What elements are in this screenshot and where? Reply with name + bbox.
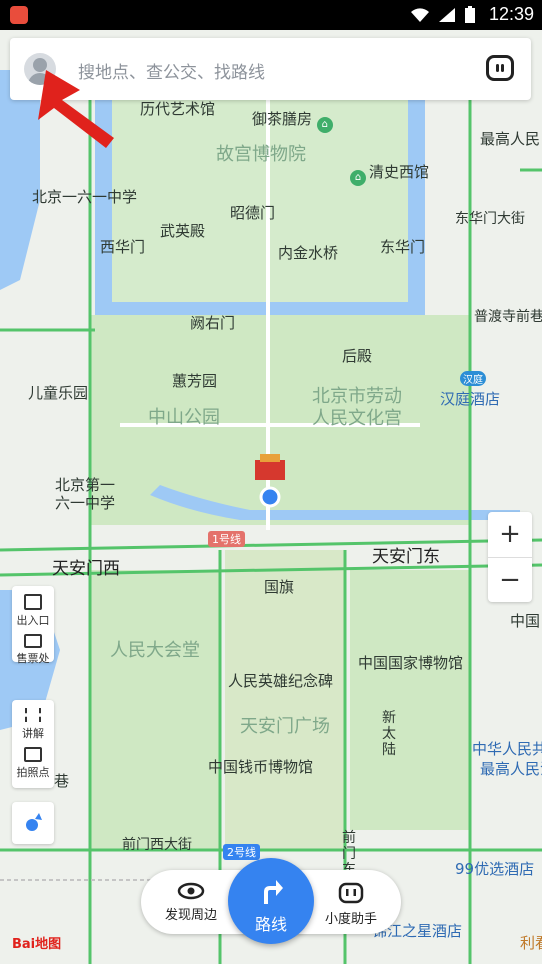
- road-label: 东华门大街: [455, 211, 525, 227]
- discover-label: 发现周边: [165, 908, 218, 923]
- area-label: 北京市劳动 人民文化宫: [312, 386, 402, 429]
- discover-nearby-button[interactable]: 发现周边: [165, 882, 217, 923]
- clock: 12:39: [488, 4, 534, 24]
- poi-label[interactable]: 阙右门: [190, 312, 235, 333]
- poi-label[interactable]: 内金水桥: [278, 242, 338, 263]
- guide-panel: 讲解 拍照点: [12, 700, 54, 788]
- poi-label[interactable]: 利看: [520, 932, 542, 953]
- poi-label[interactable]: 中华人民共: [472, 738, 542, 759]
- map-app-icon: [10, 6, 28, 24]
- status-bar: 12:39: [0, 0, 542, 30]
- route-button[interactable]: 路线: [228, 858, 314, 944]
- entrance-ticket-panel: 出入口 售票处: [12, 586, 54, 665]
- poi-label[interactable]: 北京第一 六一中学: [55, 476, 115, 512]
- photo-spot-label: 拍照点: [16, 766, 50, 779]
- poi-label[interactable]: 蕙芳园: [172, 370, 217, 391]
- road-label: 前门西大街: [122, 837, 192, 853]
- entrance-button[interactable]: 出入口: [12, 586, 54, 628]
- area-label: 中山公园: [148, 407, 220, 428]
- battery-icon: [465, 6, 475, 23]
- poi-label[interactable]: 东华门: [380, 236, 425, 257]
- poi-label[interactable]: 中国钱币博物馆: [208, 756, 313, 777]
- poi-label-text: 清史西馆: [369, 163, 430, 181]
- narration-label: 讲解: [22, 727, 44, 740]
- poi-label[interactable]: 99优选酒店: [455, 858, 534, 879]
- map-canvas[interactable]: 历代艺术馆 御茶膳房 ⌂ 故宫博物院 ⌂ 清史西馆 最高人民 北京一六一中学 武英…: [0, 30, 542, 964]
- poi-label[interactable]: 国旗: [264, 576, 294, 597]
- poi-label[interactable]: 汉庭酒店: [440, 388, 500, 409]
- assistant-label: 小度助手: [325, 912, 378, 927]
- camera-icon: [24, 747, 42, 762]
- status-icons: [410, 6, 476, 24]
- zoom-control: + −: [488, 512, 532, 602]
- poi-label[interactable]: 中国国家博物馆: [358, 652, 463, 673]
- station-label[interactable]: 天安门东: [372, 542, 440, 567]
- area-label: 天安门广场: [240, 716, 330, 737]
- poi-label[interactable]: 历代艺术馆: [140, 98, 215, 119]
- poi-label-text: 御茶膳房: [252, 110, 313, 128]
- road-label: 普渡寺前巷: [474, 309, 542, 325]
- zoom-out-button[interactable]: −: [488, 558, 532, 603]
- signal-icon: [439, 8, 455, 22]
- ticket-button[interactable]: 售票处: [12, 628, 54, 666]
- poi-label[interactable]: 人民英雄纪念碑: [228, 670, 333, 691]
- compass-icon: [26, 813, 42, 831]
- ticket-icon: [24, 634, 42, 648]
- assistant-button[interactable]: 小度助手: [325, 882, 377, 927]
- subway-line-badge: 1号线: [208, 531, 245, 547]
- eye-icon: [177, 882, 205, 900]
- baidu-map-logo: Bai地图: [12, 933, 61, 952]
- poi-label[interactable]: 儿童乐园: [28, 382, 88, 403]
- ticket-label: 售票处: [16, 652, 50, 665]
- poi-label[interactable]: ⌂ 清史西馆: [350, 161, 429, 186]
- poi-label[interactable]: 后殿: [342, 345, 372, 366]
- zoom-in-button[interactable]: +: [488, 512, 532, 558]
- poi-label[interactable]: 北京一六一中学: [32, 186, 137, 207]
- red-arrow-annotation: [38, 70, 114, 148]
- hotel-badge: 汉庭: [460, 371, 486, 386]
- wifi-icon: [411, 8, 429, 22]
- poi-label[interactable]: 御茶膳房 ⌂: [252, 108, 336, 133]
- route-label: 路线: [254, 915, 287, 934]
- poi-label[interactable]: 昭德门: [230, 202, 275, 223]
- turn-arrow-icon: [264, 880, 283, 904]
- photo-spot-button[interactable]: 拍照点: [12, 741, 54, 780]
- audio-icon: [25, 708, 41, 722]
- narration-button[interactable]: 讲解: [12, 700, 54, 741]
- locate-button[interactable]: [12, 802, 54, 844]
- area-label: 人民大会堂: [110, 640, 200, 661]
- road-label: 新 太 陆: [382, 710, 396, 758]
- door-icon: [24, 594, 42, 610]
- road-label: 巷: [54, 772, 70, 790]
- subway-line-badge: 2号线: [223, 844, 260, 860]
- poi-label[interactable]: 最高人民: [480, 128, 540, 149]
- poi-label[interactable]: 中国: [510, 610, 540, 631]
- area-label: 故宫博物院: [216, 144, 306, 165]
- poi-label[interactable]: 西华门: [100, 236, 145, 257]
- poi-icon: ⌂: [316, 117, 333, 133]
- assistant-robot-icon: [338, 882, 364, 904]
- poi-label[interactable]: 武英殿: [160, 220, 205, 241]
- station-label[interactable]: 天安门西: [52, 554, 120, 579]
- poi-label[interactable]: 最高人民法: [480, 758, 542, 779]
- assistant-robot-icon[interactable]: [486, 55, 514, 81]
- poi-icon: ⌂: [350, 170, 366, 186]
- baidu-logo-text: Bai地图: [12, 937, 62, 952]
- entrance-label: 出入口: [16, 614, 50, 627]
